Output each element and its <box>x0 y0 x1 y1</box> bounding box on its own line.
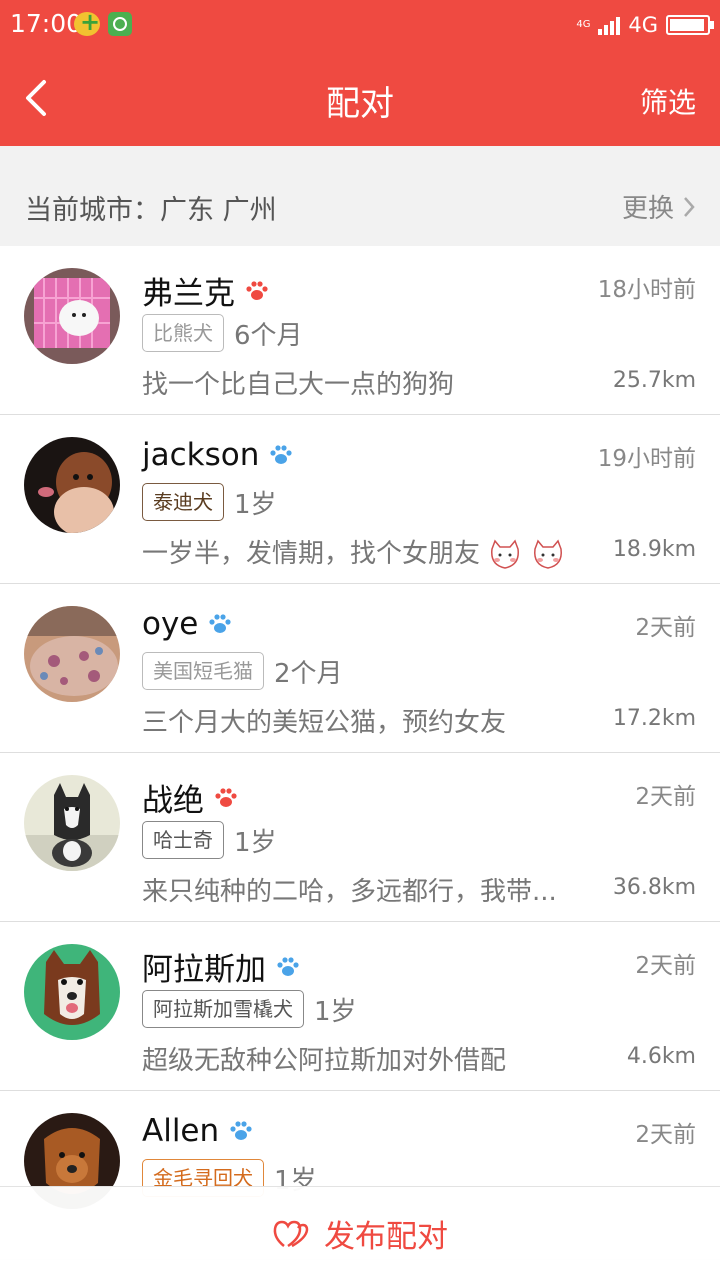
chevron-right-icon <box>684 196 695 217</box>
match-list: 弗兰克 18小时前 比熊犬 6个月 找一个比自己大一点的狗狗 25.7km ja… <box>0 246 720 1260</box>
publish-match-button[interactable]: 发布配对 <box>0 1186 720 1280</box>
paw-icon <box>215 787 237 807</box>
name-line: Allen <box>142 1113 253 1149</box>
distance: 36.8km <box>612 875 696 900</box>
name-line: jackson <box>142 437 293 473</box>
name-line: 阿拉斯加 <box>142 944 300 989</box>
breed-tag: 阿拉斯加雪橇犬 <box>142 990 304 1028</box>
tag-line: 哈士奇 1岁 <box>142 821 277 859</box>
city-bar: 当前城市：广东 广州 更换 <box>0 146 720 246</box>
user-name: 阿拉斯加 <box>142 952 266 988</box>
distance: 18.9km <box>612 537 696 562</box>
list-item[interactable]: 阿拉斯加 2天前 阿拉斯加雪橇犬 1岁 超级无敌种公阿拉斯加对外借配 4.6km <box>0 922 720 1091</box>
page-title: 配对 <box>326 84 394 124</box>
user-name: 弗兰克 <box>142 276 235 312</box>
user-name: oye <box>142 606 199 642</box>
pet-age: 6个月 <box>234 320 303 351</box>
change-city-button[interactable]: 更换 <box>622 188 696 225</box>
avatar[interactable] <box>24 944 120 1040</box>
pet-age: 1岁 <box>314 996 357 1027</box>
network-type: 4G <box>628 13 658 37</box>
distance: 17.2km <box>612 706 696 731</box>
post-time: 2天前 <box>635 953 696 979</box>
nav-bar: 配对 筛选 <box>0 50 720 146</box>
status-time: 17:00 <box>10 9 83 38</box>
wifi-share-icon <box>108 12 132 36</box>
tag-line: 泰迪犬 1岁 <box>142 483 277 521</box>
user-name: jackson <box>142 437 260 473</box>
list-item[interactable]: oye 2天前 美国短毛猫 2个月 三个月大的美短公猫，预约女友 17.2km <box>0 584 720 753</box>
avatar[interactable] <box>24 437 120 533</box>
pet-age: 1岁 <box>234 489 277 520</box>
distance: 25.7km <box>612 368 696 393</box>
breed-tag: 泰迪犬 <box>142 483 224 521</box>
description: 找一个比自己大一点的狗狗 <box>142 370 455 400</box>
description-text: 一岁半，发情期，找个女朋友 <box>142 539 481 569</box>
description: 来只纯种的二哈，多远都行，我带... <box>142 877 557 907</box>
description: 一岁半，发情期，找个女朋友 <box>142 533 565 571</box>
tag-line: 阿拉斯加雪橇犬 1岁 <box>142 990 357 1028</box>
tag-line: 比熊犬 6个月 <box>142 314 303 352</box>
status-right: 4G 4G <box>576 10 714 40</box>
publish-label: 发布配对 <box>324 1219 448 1255</box>
distance: 4.6km <box>626 1044 696 1069</box>
change-city-label: 更换 <box>621 194 674 224</box>
network-small-label: 4G <box>576 19 591 30</box>
post-time: 2天前 <box>635 784 696 810</box>
breed-tag: 美国短毛猫 <box>142 652 264 690</box>
tag-line: 美国短毛猫 2个月 <box>142 652 343 690</box>
paw-icon <box>277 956 299 976</box>
paw-icon <box>209 614 231 633</box>
pet-age: 1岁 <box>234 827 277 858</box>
signal-icon <box>598 15 621 35</box>
paw-icon <box>230 1121 252 1140</box>
hearts-icon <box>273 1220 309 1247</box>
description: 三个月大的美短公猫，预约女友 <box>142 708 507 738</box>
list-item[interactable]: jackson 19小时前 泰迪犬 1岁 一岁半，发情期，找个女朋友 18.9k… <box>0 415 720 584</box>
description: 超级无敌种公阿拉斯加对外借配 <box>142 1046 507 1076</box>
status-bar: 17:00 4G 4G <box>0 0 720 50</box>
name-line: oye <box>142 606 232 642</box>
post-time: 18小时前 <box>597 277 696 303</box>
breed-tag: 哈士奇 <box>142 821 224 859</box>
breed-tag: 比熊犬 <box>142 314 224 352</box>
filter-button[interactable]: 筛选 <box>640 81 696 121</box>
paw-icon <box>246 280 268 300</box>
cat-emoji-icon <box>491 539 520 569</box>
user-name: Allen <box>142 1113 220 1149</box>
post-time: 2天前 <box>635 615 696 641</box>
list-item[interactable]: 战绝 2天前 哈士奇 1岁 来只纯种的二哈，多远都行，我带... 36.8km <box>0 753 720 922</box>
current-city-label: 当前城市：广东 广州 <box>25 195 277 226</box>
name-line: 战绝 <box>142 775 238 820</box>
app-notification-icon <box>74 8 100 36</box>
user-name: 战绝 <box>142 783 204 819</box>
cat-emoji-icon <box>533 539 562 569</box>
name-line: 弗兰克 <box>142 268 269 313</box>
paw-icon <box>270 445 292 464</box>
avatar[interactable] <box>24 775 120 871</box>
avatar[interactable] <box>24 606 120 702</box>
post-time: 2天前 <box>635 1122 696 1148</box>
post-time: 19小时前 <box>597 446 696 472</box>
list-item[interactable]: 弗兰克 18小时前 比熊犬 6个月 找一个比自己大一点的狗狗 25.7km <box>0 246 720 415</box>
battery-icon <box>666 15 714 35</box>
pet-age: 2个月 <box>274 658 343 689</box>
avatar[interactable] <box>24 268 120 364</box>
